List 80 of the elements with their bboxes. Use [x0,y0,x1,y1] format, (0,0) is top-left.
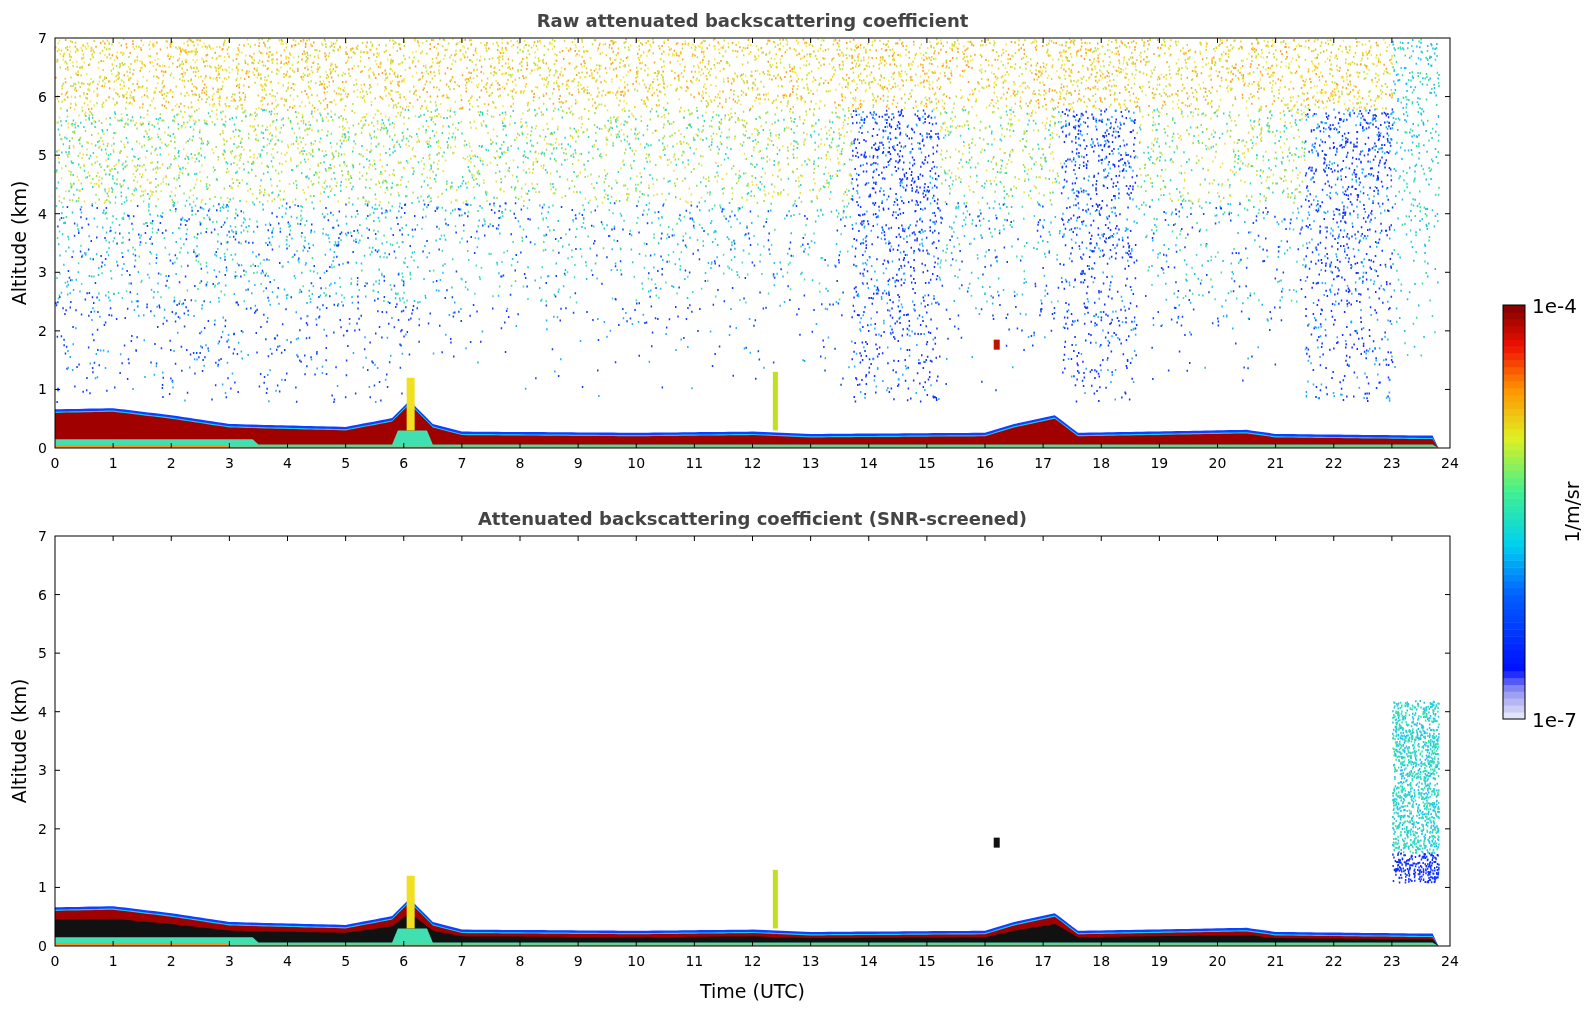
x-axis-label: Time (UTC) [700,980,805,1001]
x-tick-label: 14 [859,953,878,969]
x-tick-label: 1 [108,953,118,969]
x-tick-label: 7 [457,953,467,969]
x-tick-label: 17 [1034,953,1053,969]
x-tick-label: 17 [1034,455,1053,471]
y-tick-label: 1 [38,879,47,896]
plume-streak [772,869,778,929]
y-tick-label: 7 [38,531,47,544]
y-tick-label: 5 [38,645,47,662]
x-tick-label: 1 [108,455,118,471]
x-tick-label: 12 [743,455,762,471]
plume-streak [406,875,415,929]
y-tick-label: 6 [38,586,47,603]
y-tick-label: 2 [38,322,47,339]
y-axis-label: Altitude (km) [8,678,30,804]
x-tick-label: 11 [685,455,704,471]
y-tick-label: 3 [38,762,47,779]
x-tick-label: 20 [1208,953,1227,969]
x-tick-label: 13 [801,455,820,471]
x-tick-label: 5 [341,455,351,471]
y-axis-label: Altitude (km) [8,180,30,306]
plume-streak [406,377,415,431]
y-tick-label: 1 [38,381,47,398]
x-tick-label: 21 [1266,953,1285,969]
x-tick-label: 16 [976,455,994,471]
chart-title: Raw attenuated backscattering coefficient [536,9,969,33]
x-tick-label: 14 [859,455,878,471]
x-tick-label: 7 [457,455,467,471]
x-tick-label: 12 [743,953,762,969]
x-tick-label: 6 [399,953,409,969]
y-tick-label: 2 [38,820,47,837]
x-tick-label: 18 [1092,953,1111,969]
colorbar-tick-label: 1e-4 [1532,297,1577,318]
y-tick-label: 4 [38,205,47,222]
x-tick-label: 9 [573,455,583,471]
x-tick-label: 10 [627,455,646,471]
x-tick-label: 23 [1382,455,1401,471]
y-tick-label: 6 [38,88,47,105]
x-tick-label: 0 [50,953,60,969]
x-tick-label: 3 [224,953,234,969]
x-tick-label: 4 [283,455,292,471]
x-tick-label: 22 [1324,953,1343,969]
x-tick-label: 24 [1441,455,1459,471]
colorbar-label: 1/m/sr [1561,481,1583,543]
y-tick-label: 3 [38,264,47,281]
x-tick-label: 3 [224,455,234,471]
y-tick-label: 7 [38,33,47,46]
x-tick-label: 21 [1266,455,1285,471]
cloud-patch [993,339,1000,350]
x-tick-label: 22 [1324,455,1343,471]
chart-title: Attenuated backscattering coefficient (SNR-screened) [477,507,1028,531]
x-tick-label: 19 [1150,953,1169,969]
x-tick-label: 18 [1092,455,1111,471]
x-tick-label: 11 [685,953,704,969]
y-tick-label: 0 [38,440,47,456]
x-tick-label: 4 [283,953,292,969]
x-tick-label: 6 [399,455,409,471]
x-tick-label: 2 [166,455,176,471]
x-tick-label: 20 [1208,455,1227,471]
x-tick-label: 23 [1382,953,1401,969]
x-tick-label: 8 [515,953,525,969]
x-tick-label: 24 [1441,953,1459,969]
colorbar-tick-label: 1e-7 [1532,708,1577,732]
x-tick-label: 2 [166,953,176,969]
y-tick-label: 5 [38,147,47,164]
x-tick-label: 5 [341,953,351,969]
x-tick-label: 8 [515,455,525,471]
x-tick-label: 13 [801,953,820,969]
x-tick-label: 16 [976,953,994,969]
x-tick-label: 19 [1150,455,1169,471]
cloud-patch [993,837,1000,848]
y-tick-label: 0 [38,938,47,954]
x-tick-label: 9 [573,953,583,969]
x-tick-label: 15 [917,455,936,471]
x-tick-label: 0 [50,455,60,471]
plume-streak [772,371,778,431]
y-tick-label: 4 [38,703,47,720]
x-tick-label: 10 [627,953,646,969]
x-tick-label: 15 [917,953,936,969]
